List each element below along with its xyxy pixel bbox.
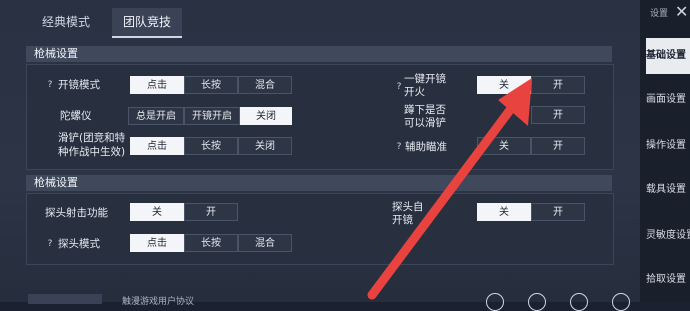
question-icon[interactable]: ? (45, 80, 55, 90)
slide-tap-option[interactable]: 点击 (130, 137, 184, 155)
aim-assist-toggle: 关 开 (477, 137, 585, 155)
slide-hold-option[interactable]: 长按 (184, 137, 238, 155)
slide-label-line1: 滑铲(团竞和特 (58, 132, 126, 144)
one-key-fire-off-option[interactable]: 关 (477, 76, 531, 94)
slide-label-line2: 种作战中生效) (58, 146, 126, 158)
tab-team-deathmatch[interactable]: 团队竞技 (112, 8, 182, 38)
gyro-always-on-option[interactable]: 总是开启 (128, 107, 184, 125)
tab-classic-mode[interactable]: 经典模式 (30, 8, 102, 36)
slide-selector: 点击 长按 关闭 (130, 137, 292, 155)
scope-mode-tap-option[interactable]: 点击 (130, 76, 184, 94)
peek-mode-selector: 点击 长按 混合 (130, 234, 292, 252)
circle-icon[interactable] (612, 293, 630, 311)
gyro-selector: 总是开启 开镜开启 关闭 (128, 107, 292, 125)
peek-auto-on-option[interactable]: 开 (531, 203, 585, 221)
sidebar-item-sensitivity[interactable]: 灵敏度设置 (646, 218, 690, 254)
gyro-label: 陀螺仪 (60, 110, 92, 122)
scope-mode-mixed-option[interactable]: 混合 (238, 76, 292, 94)
peek-auto-label-line2: 开镜 (392, 214, 413, 226)
scope-mode-label: 开镜模式 (58, 79, 100, 91)
crouch-slide-toggle: 开 (531, 106, 585, 124)
footer-button[interactable] (28, 294, 102, 304)
sidebar-title: 设置 (650, 9, 669, 19)
one-key-fire-label-line2: 开火 (404, 86, 425, 98)
peek-fire-toggle: 关 开 (130, 203, 238, 221)
peek-mode-tap-option[interactable]: 点击 (130, 234, 184, 252)
section-title-weapon-2: 枪械设置 (26, 175, 612, 191)
one-key-fire-toggle: 关 开 (477, 76, 585, 94)
crouch-slide-on-option[interactable]: 开 (531, 106, 585, 124)
peek-fire-label: 探头射击功能 (45, 207, 108, 219)
peek-fire-on-option[interactable]: 开 (184, 203, 238, 221)
gyro-scope-on-option[interactable]: 开镜开启 (184, 107, 240, 125)
circle-icon[interactable] (528, 293, 546, 311)
circle-icon[interactable] (570, 293, 588, 311)
footer-agreement-link[interactable]: 触漫游戏用户协议 (122, 294, 194, 307)
sidebar-item-controls[interactable]: 操作设置 (646, 128, 690, 164)
peek-auto-toggle: 关 开 (477, 203, 585, 221)
sidebar-item-graphics[interactable]: 画面设置 (646, 82, 690, 118)
gyro-off-option[interactable]: 关闭 (240, 107, 292, 125)
one-key-fire-on-option[interactable]: 开 (531, 76, 585, 94)
section-title-weapon-1: 枪械设置 (26, 46, 612, 62)
peek-mode-hold-option[interactable]: 长按 (184, 234, 238, 252)
aim-assist-label: 辅助瞄准 (405, 141, 447, 153)
question-icon[interactable]: ? (394, 142, 404, 152)
aim-assist-off-option[interactable]: 关 (477, 137, 531, 155)
mode-tab-bar: 经典模式 团队竞技 (0, 0, 640, 42)
sidebar-item-pickup[interactable]: 拾取设置 (646, 262, 690, 298)
circle-icon[interactable] (486, 293, 504, 311)
peek-auto-off-option[interactable]: 关 (477, 203, 531, 221)
peek-mode-mixed-option[interactable]: 混合 (238, 234, 292, 252)
slide-off-option[interactable]: 关闭 (238, 137, 292, 155)
peek-mode-label: 探头模式 (58, 238, 100, 250)
settings-main-panel: 经典模式 团队竞技 枪械设置 ? 开镜模式 点击 长按 混合 陀螺仪 总是开启 … (0, 0, 640, 311)
one-key-fire-label-line1: 一键开镜 (404, 73, 446, 85)
sidebar-item-basic[interactable]: 基础设置 (646, 38, 690, 74)
close-icon[interactable]: ✕ (675, 2, 688, 21)
crouch-slide-label-line1: 蹲下是否 (404, 104, 446, 116)
question-icon[interactable]: ? (45, 239, 55, 249)
sidebar-item-vehicle[interactable]: 载具设置 (646, 172, 690, 208)
aim-assist-on-option[interactable]: 开 (531, 137, 585, 155)
peek-auto-label-line1: 探头自 (392, 201, 424, 213)
scope-mode-hold-option[interactable]: 长按 (184, 76, 238, 94)
crouch-slide-label-line2: 可以滑铲 (404, 117, 446, 129)
scope-mode-selector: 点击 长按 混合 (130, 76, 292, 94)
question-icon[interactable]: ? (394, 82, 404, 92)
peek-fire-off-option[interactable]: 关 (130, 203, 184, 221)
